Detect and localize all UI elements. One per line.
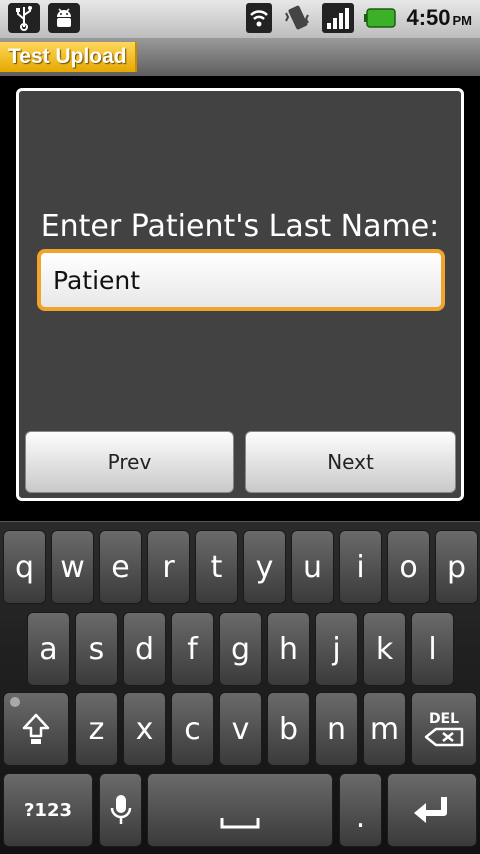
period-key[interactable]: . [339, 773, 382, 847]
usb-icon [8, 3, 40, 33]
soft-keyboard: q w e r t y u i o p a s d f g h j k l z … [0, 521, 480, 854]
status-time: 4:50 PM [406, 5, 472, 30]
next-button[interactable]: Next [245, 431, 456, 493]
period-label: . [355, 799, 366, 835]
key-s[interactable]: s [75, 612, 118, 686]
key-y[interactable]: y [243, 530, 286, 604]
key-c[interactable]: c [171, 692, 214, 766]
key-p[interactable]: p [435, 530, 478, 604]
key-t[interactable]: t [195, 530, 238, 604]
key-o[interactable]: o [387, 530, 430, 604]
key-n[interactable]: n [315, 692, 358, 766]
shift-key[interactable] [3, 692, 69, 766]
app-title-bar: Test Upload [0, 38, 480, 76]
key-u[interactable]: u [291, 530, 334, 604]
symbols-key[interactable]: ?123 [3, 773, 93, 847]
delete-key[interactable]: DEL [411, 692, 477, 766]
last-name-input[interactable] [37, 249, 445, 311]
vibrate-icon [285, 5, 310, 30]
key-g[interactable]: g [219, 612, 262, 686]
status-bar: 4:50 PM [0, 0, 480, 38]
key-v[interactable]: v [219, 692, 262, 766]
space-bar-icon [220, 818, 260, 829]
key-z[interactable]: z [75, 692, 118, 766]
key-a[interactable]: a [27, 612, 70, 686]
enter-key[interactable] [387, 773, 477, 847]
key-q[interactable]: q [3, 530, 46, 604]
key-l[interactable]: l [411, 612, 454, 686]
key-k[interactable]: k [363, 612, 406, 686]
prompt-label: Enter Patient's Last Name: [40, 209, 440, 244]
microphone-icon [110, 795, 131, 824]
key-i[interactable]: i [339, 530, 382, 604]
key-w[interactable]: w [51, 530, 94, 604]
key-j[interactable]: j [315, 612, 358, 686]
patient-name-dialog: Enter Patient's Last Name: Prev Next [16, 88, 464, 501]
key-b[interactable]: b [267, 692, 310, 766]
voice-input-key[interactable] [99, 773, 142, 847]
key-d[interactable]: d [123, 612, 166, 686]
backspace-icon [424, 727, 464, 747]
app-title-chip: Test Upload [0, 42, 137, 72]
key-r[interactable]: r [147, 530, 190, 604]
android-debug-icon [48, 3, 80, 33]
space-key[interactable] [147, 773, 333, 847]
app-title: Test Upload [8, 45, 127, 68]
prev-button[interactable]: Prev [25, 431, 234, 493]
delete-label: DEL [428, 711, 460, 727]
shift-icon [22, 713, 50, 744]
key-x[interactable]: x [123, 692, 166, 766]
key-hint-dot [10, 697, 20, 707]
key-e[interactable]: e [99, 530, 142, 604]
battery-icon [364, 8, 397, 28]
wifi-icon [246, 3, 273, 33]
key-f[interactable]: f [171, 612, 214, 686]
key-m[interactable]: m [363, 692, 406, 766]
enter-icon [414, 797, 447, 823]
signal-icon [322, 3, 355, 33]
key-h[interactable]: h [267, 612, 310, 686]
